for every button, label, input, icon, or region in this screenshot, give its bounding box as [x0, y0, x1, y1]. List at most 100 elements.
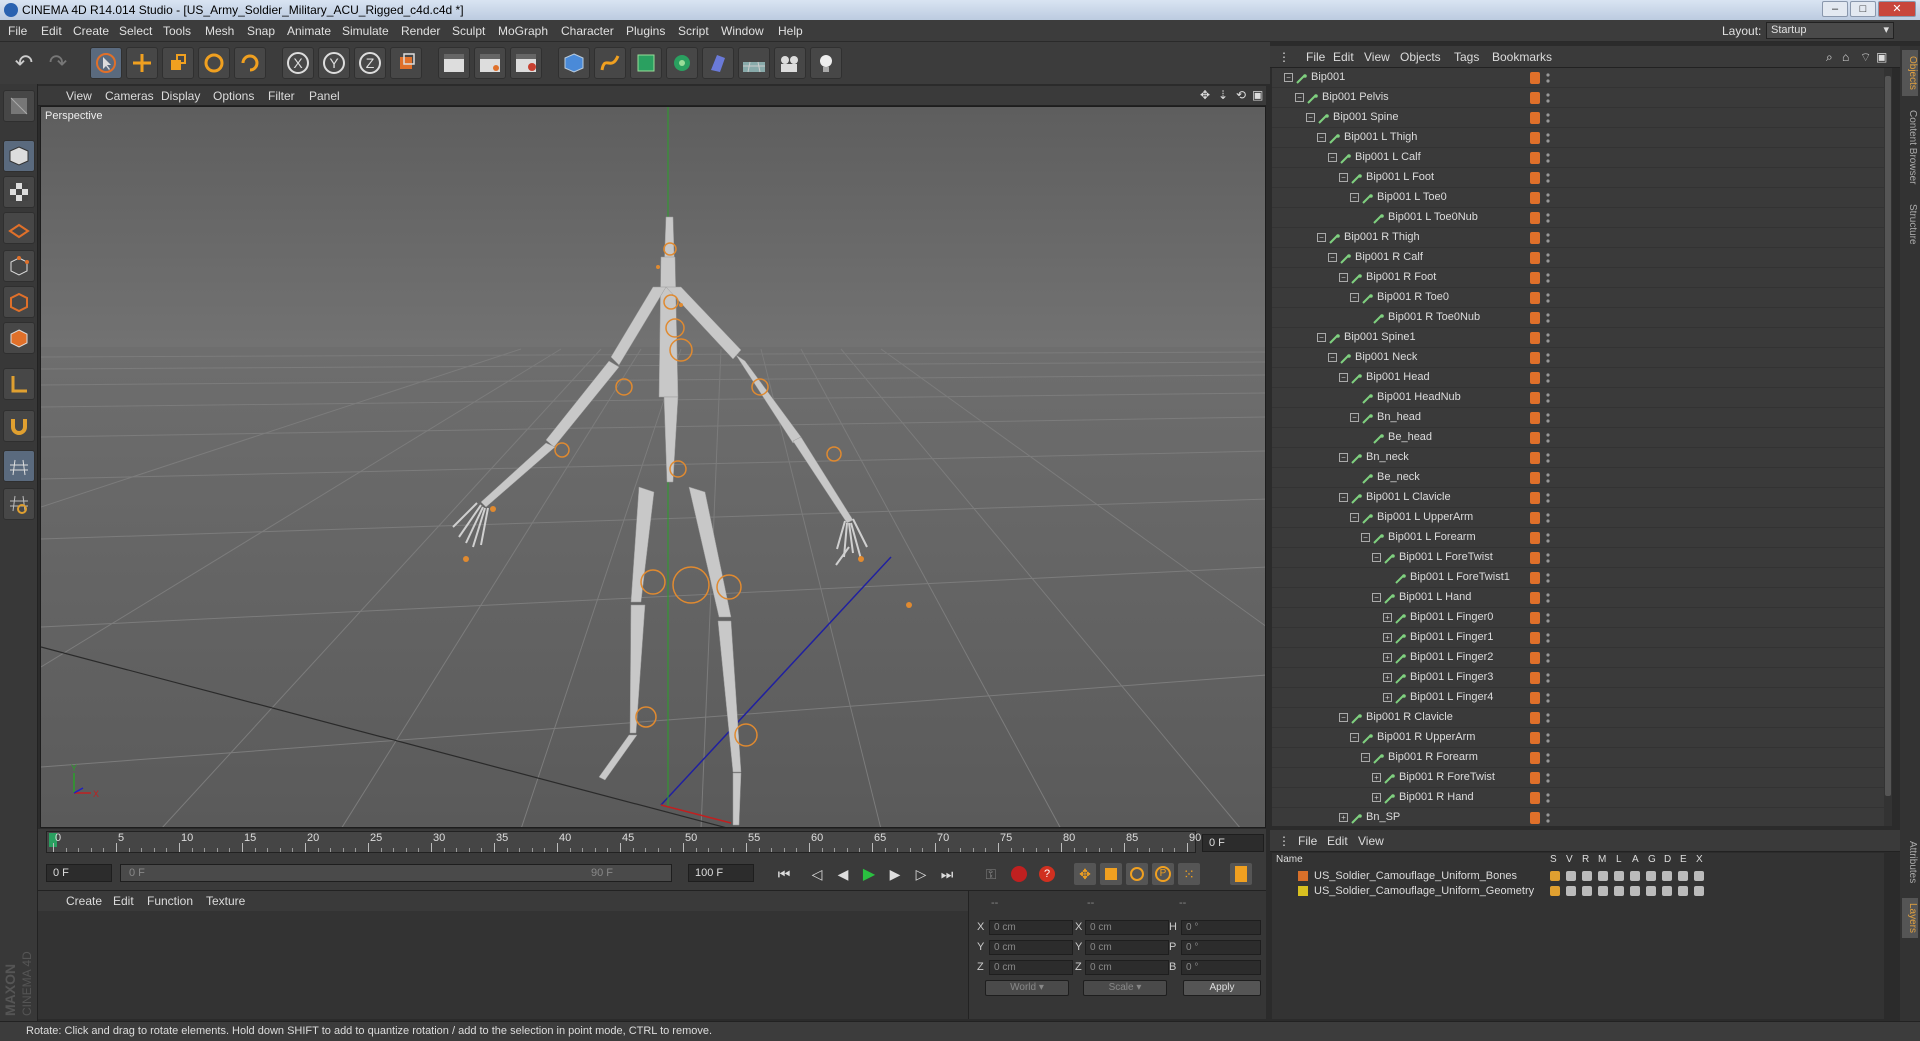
object-row[interactable]: − Bip001 L Thigh — [1272, 128, 1884, 148]
object-row[interactable]: + Bip001 R ForeTwist — [1272, 768, 1884, 788]
layer-name[interactable]: US_Soldier_Camouflage_Uniform_Bones — [1314, 870, 1517, 882]
layer-color-tag[interactable] — [1530, 372, 1540, 384]
layer-color-tag[interactable] — [1530, 252, 1540, 264]
maximize-button[interactable]: □ — [1850, 1, 1876, 17]
menu-sculpt[interactable]: Sculpt — [452, 24, 485, 38]
home-icon[interactable]: ⌂ — [1842, 50, 1849, 64]
minimize-button[interactable]: – — [1822, 1, 1848, 17]
size-mode-dropdown[interactable]: Scale ▾ — [1083, 980, 1167, 996]
layer-color-tag[interactable] — [1530, 552, 1540, 564]
collapse-icon[interactable]: − — [1350, 413, 1359, 422]
object-row[interactable]: − Bn_neck — [1272, 448, 1884, 468]
layer-color-tag[interactable] — [1530, 172, 1540, 184]
collapse-icon[interactable]: − — [1339, 373, 1348, 382]
key-parameter-button[interactable]: P — [1152, 863, 1174, 885]
size-y-field[interactable]: 0 cm — [1085, 940, 1169, 955]
visibility-dots-icon[interactable] — [1546, 372, 1550, 384]
timeline-scheme-button[interactable] — [1230, 863, 1252, 885]
recent-tool-button[interactable] — [234, 47, 266, 79]
generator-icon[interactable] — [1646, 871, 1656, 881]
layer-color-tag[interactable] — [1530, 112, 1540, 124]
visibility-dots-icon[interactable] — [1546, 672, 1550, 684]
expand-icon[interactable]: + — [1383, 653, 1392, 662]
om-menu-bookmarks[interactable]: Bookmarks — [1492, 50, 1552, 64]
object-row[interactable]: − Bip001 R Calf — [1272, 248, 1884, 268]
visibility-dots-icon[interactable] — [1546, 432, 1550, 444]
collapse-icon[interactable]: − — [1284, 73, 1293, 82]
coordinate-system-button[interactable] — [390, 47, 422, 79]
edges-mode-button[interactable] — [3, 286, 35, 318]
go-to-start-button[interactable]: ⏮ — [773, 863, 795, 885]
layer-color-tag[interactable] — [1530, 712, 1540, 724]
step-forward-button[interactable]: ▶ — [884, 863, 906, 885]
visibility-dots-icon[interactable] — [1546, 152, 1550, 164]
visibility-dots-icon[interactable] — [1546, 652, 1550, 664]
environment-button[interactable] — [738, 47, 770, 79]
menu-plugins[interactable]: Plugins — [626, 24, 665, 38]
layer-color-tag[interactable] — [1530, 612, 1540, 624]
object-row[interactable]: Be_neck — [1272, 468, 1884, 488]
material-list-area[interactable] — [38, 911, 968, 1019]
lm-menu-edit[interactable]: Edit — [1327, 834, 1348, 848]
menu-script[interactable]: Script — [678, 24, 709, 38]
object-row[interactable]: − Bip001 L Hand — [1272, 588, 1884, 608]
layer-color-tag[interactable] — [1530, 452, 1540, 464]
object-row[interactable]: + Bip001 R Hand — [1272, 788, 1884, 808]
rotation-h-field[interactable]: 0 ° — [1181, 920, 1261, 935]
object-row[interactable]: + Bip001 L Finger2 — [1272, 648, 1884, 668]
expand-icon[interactable]: + — [1372, 773, 1381, 782]
key-scale-button[interactable] — [1100, 863, 1122, 885]
visibility-dots-icon[interactable] — [1546, 92, 1550, 104]
layer-color-tag[interactable] — [1530, 572, 1540, 584]
rotation-p-field[interactable]: 0 ° — [1181, 940, 1261, 955]
collapse-icon[interactable]: − — [1361, 753, 1370, 762]
layer-color-tag[interactable] — [1530, 92, 1540, 104]
visibility-dots-icon[interactable] — [1546, 592, 1550, 604]
rotation-b-field[interactable]: 0 ° — [1181, 960, 1261, 975]
object-row[interactable]: Bip001 R Toe0Nub — [1272, 308, 1884, 328]
layer-color-tag[interactable] — [1530, 132, 1540, 144]
go-to-previous-key-button[interactable]: ◁ — [806, 863, 828, 885]
viewport-menu-display[interactable]: Display — [161, 89, 200, 103]
collapse-icon[interactable]: − — [1306, 113, 1315, 122]
render-settings-button[interactable] — [510, 47, 542, 79]
visibility-dots-icon[interactable] — [1546, 532, 1550, 544]
size-z-field[interactable]: 0 cm — [1085, 960, 1169, 975]
layer-color-tag[interactable] — [1530, 632, 1540, 644]
layer-color-tag[interactable] — [1530, 732, 1540, 744]
lm-menu-file[interactable]: File — [1298, 834, 1317, 848]
object-row[interactable]: − Bip001 Spine — [1272, 108, 1884, 128]
om-menu-view[interactable]: View — [1364, 50, 1390, 64]
layer-color-tag[interactable] — [1530, 272, 1540, 284]
layer-color-tag[interactable] — [1530, 692, 1540, 704]
visibility-dots-icon[interactable] — [1546, 452, 1550, 464]
layer-color-swatch[interactable] — [1298, 871, 1308, 881]
visibility-dots-icon[interactable] — [1546, 312, 1550, 324]
layer-color-tag[interactable] — [1530, 332, 1540, 344]
layout-select[interactable]: Startup ▾ — [1766, 22, 1894, 39]
render-icon[interactable] — [1582, 871, 1592, 881]
expression-icon[interactable] — [1678, 886, 1688, 896]
timeline-ruler[interactable]: 0 5 10 15 20 25 30 35 40 45 50 55 60 65 70 75 80 85 90 0 F — [38, 829, 1266, 855]
om-menu-tags[interactable]: Tags — [1454, 50, 1479, 64]
visibility-dots-icon[interactable] — [1546, 212, 1550, 224]
layer-list[interactable]: US_Soldier_Camouflage_Uniform_Bones US_So… — [1272, 867, 1884, 1019]
expand-icon[interactable]: + — [1339, 813, 1348, 822]
menu-mograph[interactable]: MoGraph — [498, 24, 548, 38]
layer-color-tag[interactable] — [1530, 432, 1540, 444]
object-row[interactable]: − Bn_head — [1272, 408, 1884, 428]
layer-color-tag[interactable] — [1530, 292, 1540, 304]
layer-row[interactable]: US_Soldier_Camouflage_Uniform_Geometry — [1272, 884, 1884, 899]
locked-workplane-button[interactable] — [3, 450, 35, 482]
menu-file[interactable]: File — [8, 24, 27, 38]
polygons-mode-button[interactable] — [3, 322, 35, 354]
position-y-field[interactable]: 0 cm — [989, 940, 1073, 955]
current-frame-field[interactable]: 0 F — [1202, 834, 1264, 852]
rotate-button[interactable] — [198, 47, 230, 79]
collapse-icon[interactable]: − — [1350, 193, 1359, 202]
model-mode-button[interactable] — [3, 140, 35, 172]
step-back-button[interactable]: ◀ — [832, 863, 854, 885]
om-menu-file[interactable]: File — [1306, 50, 1325, 64]
object-row[interactable]: + Bip001 L Finger4 — [1272, 688, 1884, 708]
cube-button[interactable] — [558, 47, 590, 79]
